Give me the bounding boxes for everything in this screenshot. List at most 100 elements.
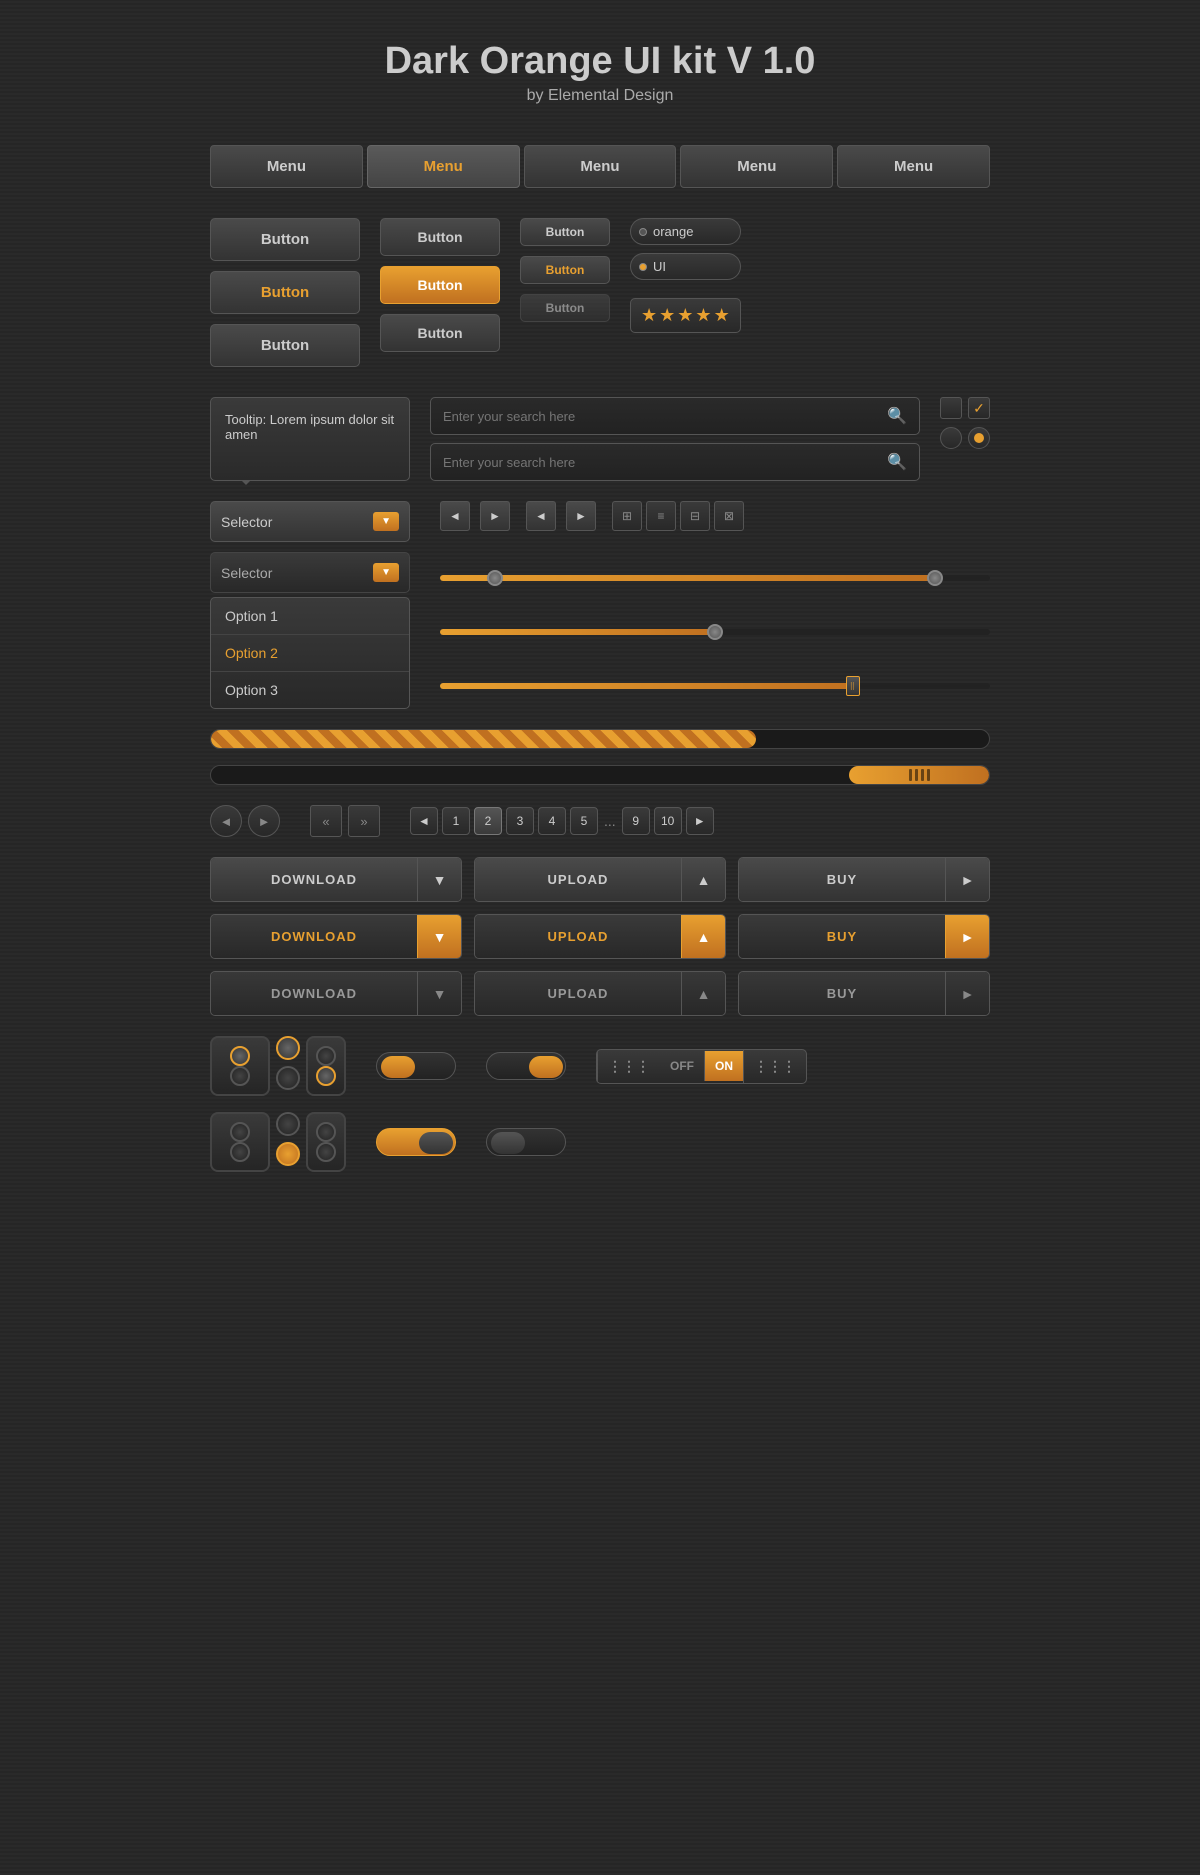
view-grid-icon[interactable]: ⊞: [612, 501, 642, 531]
dropdown-option-1[interactable]: Option 1: [211, 598, 409, 635]
button-col-1: Button Button Button: [210, 218, 360, 367]
btn-sm-1[interactable]: Button: [520, 218, 610, 246]
btn-sm-orange[interactable]: Button: [520, 256, 610, 284]
play-prev-1[interactable]: ◄: [440, 501, 470, 531]
radio-unselected[interactable]: [940, 427, 962, 449]
btn-dark-2[interactable]: Button: [210, 324, 360, 367]
knob-toggle-4[interactable]: [306, 1112, 346, 1172]
toggle-track-1[interactable]: [376, 1052, 456, 1080]
selector-1[interactable]: Selector ▼: [210, 501, 410, 542]
tag-ui[interactable]: UI: [630, 253, 741, 280]
search-input-1[interactable]: [443, 409, 879, 424]
btn-dark-3[interactable]: Button: [380, 218, 500, 256]
pag-page-2[interactable]: 2: [474, 807, 502, 835]
dropdown-option-2[interactable]: Option 2: [211, 635, 409, 672]
nav-menu-1[interactable]: Menu: [210, 145, 363, 188]
pag-page-4[interactable]: 4: [538, 807, 566, 835]
pag-page-3[interactable]: 3: [506, 807, 534, 835]
radio-selected[interactable]: [968, 427, 990, 449]
slider-toggle-4[interactable]: [486, 1128, 566, 1156]
simple-arrows: ◄ ►: [210, 805, 280, 837]
knob-circle-orange-2[interactable]: [276, 1142, 300, 1166]
pag-first[interactable]: ◄: [410, 807, 438, 835]
checkbox-checked[interactable]: ✓: [968, 397, 990, 419]
media-controls-row: ◄ ► ◄ ► ⊞ ≡ ⊟ ⊠: [440, 501, 990, 531]
btn-dark-1[interactable]: Button: [210, 218, 360, 261]
slider-2[interactable]: [440, 629, 990, 635]
slider-1-thumb-left[interactable]: [487, 570, 503, 586]
search-icon-1: 🔍: [887, 406, 907, 426]
download-btn-2[interactable]: DOWNLOAD ▼: [210, 914, 462, 959]
btn-orange-text-1[interactable]: Button: [210, 271, 360, 314]
toggle-knob-4: [491, 1132, 525, 1154]
buy-btn-1[interactable]: BUY ►: [738, 857, 990, 902]
dropdown-option-3[interactable]: Option 3: [211, 672, 409, 708]
slider-toggle-3[interactable]: [376, 1128, 456, 1156]
upload-btn-3[interactable]: UPLOAD ▲: [474, 971, 726, 1016]
pag-double-prev[interactable]: «: [310, 805, 342, 837]
view-list-icon[interactable]: ≡: [646, 501, 676, 531]
nav-menu-3[interactable]: Menu: [524, 145, 677, 188]
checkbox-unchecked[interactable]: [940, 397, 962, 419]
search-input-2[interactable]: [443, 455, 879, 470]
tags-col: orange UI ★ ★ ★ ★ ★: [630, 218, 741, 367]
play-next-1[interactable]: ►: [480, 501, 510, 531]
pag-page-1[interactable]: 1: [442, 807, 470, 835]
slider-2-thumb[interactable]: [707, 624, 723, 640]
download-btn-3[interactable]: DOWNLOAD ▼: [210, 971, 462, 1016]
toggle-track-2[interactable]: [486, 1052, 566, 1080]
slider-1-thumb-right[interactable]: [927, 570, 943, 586]
nav-menu-5[interactable]: Menu: [837, 145, 990, 188]
knob-circle-gray[interactable]: [276, 1066, 300, 1090]
view-split-icon[interactable]: ⊠: [714, 501, 744, 531]
upload-icon-2: ▲: [681, 915, 725, 958]
pag-page-9[interactable]: 9: [622, 807, 650, 835]
knob-toggle-1[interactable]: [210, 1036, 270, 1096]
play-prev-2[interactable]: ◄: [526, 501, 556, 531]
onoff-toggle[interactable]: ⋮⋮⋮ OFF ON ⋮⋮⋮: [596, 1049, 807, 1084]
slider-toggle-1[interactable]: [376, 1052, 456, 1080]
toggle-track-3[interactable]: [376, 1128, 456, 1156]
selector-media-section: Selector ▼ Selector ▼ Option 1 Option 2 …: [210, 501, 990, 709]
nav-menu-4[interactable]: Menu: [680, 145, 833, 188]
pag-simple-prev[interactable]: ◄: [210, 805, 242, 837]
slider-1[interactable]: [440, 575, 990, 581]
pag-page-5[interactable]: 5: [570, 807, 598, 835]
btn-orange-bg-1[interactable]: Button: [380, 266, 500, 304]
knob-circle-orange[interactable]: [276, 1036, 300, 1060]
selector-1-label: Selector: [221, 514, 373, 530]
tag-orange[interactable]: orange: [630, 218, 741, 245]
buy-btn-3[interactable]: BUY ►: [738, 971, 990, 1016]
knob-toggle-2[interactable]: [306, 1036, 346, 1096]
upload-btn-1[interactable]: UPLOAD ▲: [474, 857, 726, 902]
selector-2[interactable]: Selector ▼: [210, 552, 410, 593]
slider-toggle-2[interactable]: [486, 1052, 566, 1080]
knob-toggle-3[interactable]: [210, 1112, 270, 1172]
buy-btn-2[interactable]: BUY ►: [738, 914, 990, 959]
nav-menu-2[interactable]: Menu: [367, 145, 520, 188]
knob-group-1: [210, 1036, 346, 1096]
right-controls: ◄ ► ◄ ► ⊞ ≡ ⊟ ⊠: [440, 501, 990, 709]
view-col-icon[interactable]: ⊟: [680, 501, 710, 531]
pag-simple-next[interactable]: ►: [248, 805, 280, 837]
download-icon-2: ▼: [417, 915, 461, 958]
slider-3[interactable]: ⣿: [440, 683, 990, 689]
toggle-track-4[interactable]: [486, 1128, 566, 1156]
toggles-section: ⋮⋮⋮ OFF ON ⋮⋮⋮: [210, 1036, 990, 1096]
download-btn-1[interactable]: DOWNLOAD ▼: [210, 857, 462, 902]
pag-page-10[interactable]: 10: [654, 807, 682, 835]
slider-3-thumb[interactable]: ⣿: [846, 676, 860, 696]
upload-btn-2[interactable]: UPLOAD ▲: [474, 914, 726, 959]
buy-label-1: BUY: [739, 858, 945, 901]
pag-double-next[interactable]: »: [348, 805, 380, 837]
btn-dark-4[interactable]: Button: [380, 314, 500, 352]
upload-label-1: UPLOAD: [475, 858, 681, 901]
knob-circle-gray-2[interactable]: [276, 1112, 300, 1136]
btn-sm-disabled[interactable]: Button: [520, 294, 610, 322]
progress-line-4: [927, 769, 930, 781]
onoff-off-btn[interactable]: OFF: [660, 1051, 705, 1081]
star-rating[interactable]: ★ ★ ★ ★ ★: [630, 298, 741, 333]
onoff-on-btn[interactable]: ON: [705, 1051, 743, 1081]
play-next-2[interactable]: ►: [566, 501, 596, 531]
pag-last[interactable]: ►: [686, 807, 714, 835]
